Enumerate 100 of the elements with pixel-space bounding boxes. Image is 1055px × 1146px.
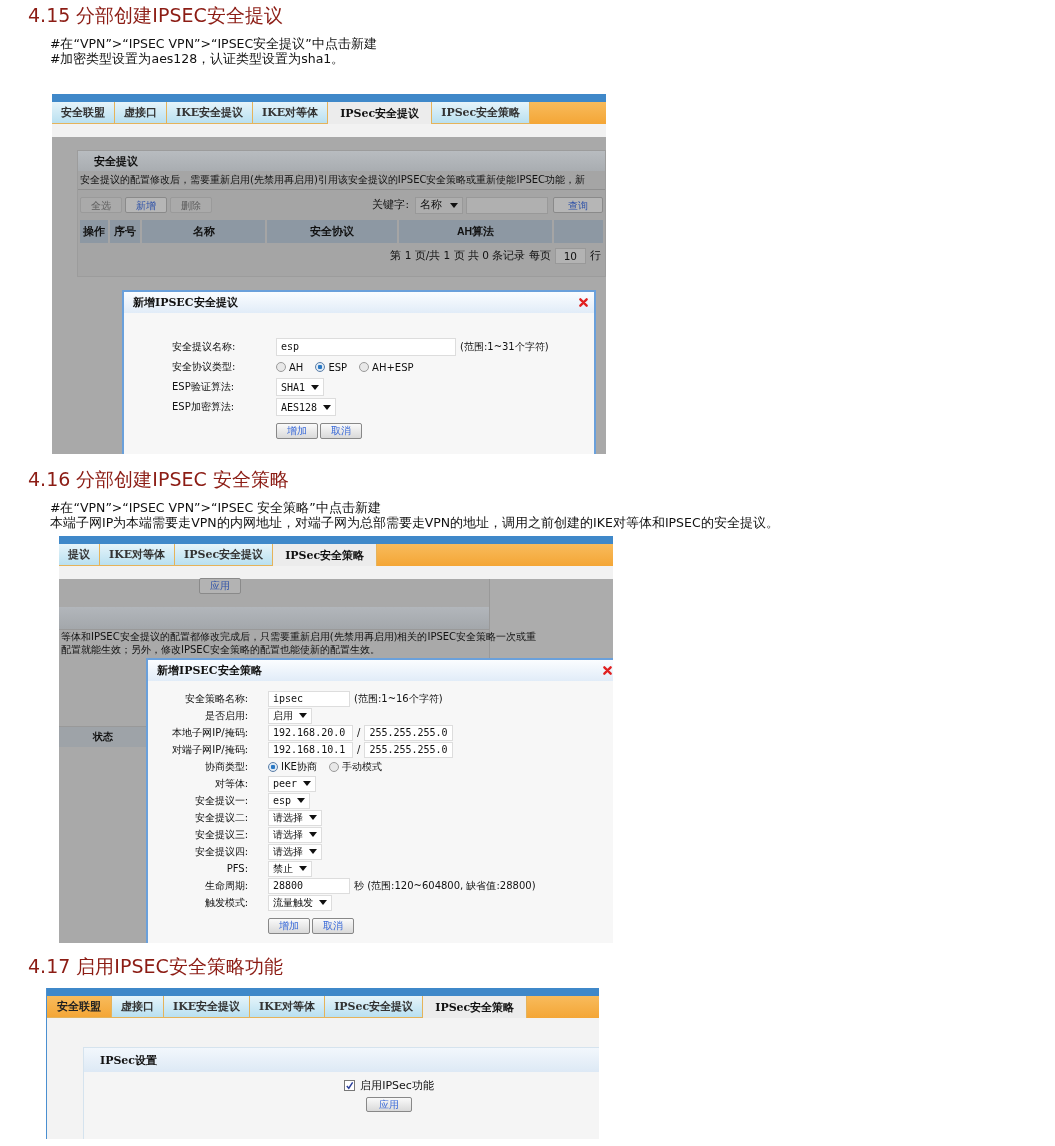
checkbox[interactable]: [344, 1080, 356, 1091]
tab[interactable]: 虚接口: [112, 996, 164, 1018]
section-heading: 4.16 分部创建IPSEC 安全策略: [28, 467, 290, 492]
hint-text: (范围:1~16个字符): [354, 691, 443, 706]
tab[interactable]: 安全联盟: [47, 996, 112, 1018]
column-header: AH算法: [399, 220, 552, 243]
close-icon[interactable]: [579, 298, 588, 307]
dropdown[interactable]: SHA1: [276, 378, 325, 396]
field-label: 安全提议一:: [193, 793, 248, 808]
tab[interactable]: IPSec安全提议: [325, 996, 424, 1018]
dialog-button[interactable]: 增加: [268, 917, 310, 934]
dialog-button[interactable]: 取消: [320, 423, 362, 439]
caret-icon: [309, 849, 317, 854]
dropdown[interactable]: 启用: [268, 707, 312, 724]
separator-text: /: [357, 727, 361, 738]
caret-icon: [323, 404, 332, 410]
field-label: 生命周期:: [203, 878, 248, 893]
tab[interactable]: IPSec安全策略: [273, 544, 378, 566]
caret-icon: [299, 866, 307, 871]
checkbox-label: 启用IPSec功能: [360, 1078, 434, 1093]
dropdown[interactable]: 请选择: [268, 843, 322, 860]
radio-button[interactable]: [328, 761, 339, 772]
dropdown[interactable]: peer: [268, 775, 317, 792]
dropdown[interactable]: 请选择: [268, 826, 322, 843]
pager-text: 第 1 页/共 1 页 共 0 条记录 每页: [390, 249, 551, 263]
apply-button[interactable]: 应用: [366, 1097, 412, 1112]
radio-label: AH+ESP: [372, 361, 414, 373]
dropdown[interactable]: esp: [268, 792, 311, 809]
dropdown[interactable]: 流量触发: [268, 894, 332, 911]
radio-button[interactable]: [276, 362, 286, 372]
field-label: 对等体:: [213, 776, 248, 791]
caret-icon: [303, 781, 312, 786]
radio-button[interactable]: [268, 761, 278, 772]
notice-text: 安全提议的配置修改后，需要重新启用(先禁用再启用)引用该安全提议的IPSEC安全策略或重新使能IPSEC功能，新: [78, 171, 605, 190]
column-header: [554, 220, 603, 243]
column-header: 安全协议: [267, 220, 397, 243]
page-size-field[interactable]: 10: [554, 248, 586, 264]
radio-button[interactable]: [359, 362, 370, 372]
tab[interactable]: IPSec安全策略: [432, 102, 531, 124]
column-header: 序号: [110, 220, 140, 243]
radio-label: ESP: [328, 361, 348, 373]
input-field[interactable]: ipsec: [268, 690, 350, 707]
field-label: 安全提议二:: [193, 810, 248, 825]
column-header: 操作: [80, 220, 108, 243]
instruction-text: #加密类型设置为aes128，认证类型设置为sha1。: [50, 51, 346, 66]
radio-label: 手动模式: [341, 759, 382, 774]
input-field[interactable]: 192.168.10.1: [268, 741, 353, 758]
radio-label: IKE协商: [281, 759, 317, 774]
input-field[interactable]: 192.168.20.0: [268, 724, 353, 741]
tab[interactable]: IKE对等体: [100, 544, 176, 566]
dialog-title: 新增IPSEC安全策略: [157, 663, 262, 678]
caret-icon: [299, 713, 307, 718]
field-label: ESP加密算法:: [172, 400, 236, 414]
dropdown[interactable]: 请选择: [268, 809, 322, 826]
tab[interactable]: IKE安全提议: [167, 102, 254, 124]
search-button[interactable]: 查询: [553, 197, 603, 213]
field-label: 是否启用:: [203, 708, 248, 723]
tab[interactable]: IKE对等体: [250, 996, 326, 1018]
field-label: 安全提议三:: [193, 827, 248, 842]
caret-icon: [311, 384, 320, 390]
toolbar-button[interactable]: 新增: [125, 197, 167, 213]
field-label: 安全提议四:: [193, 844, 248, 859]
tab[interactable]: IKE安全提议: [164, 996, 251, 1018]
keyword-label: 关键字:: [372, 198, 409, 212]
field-label: 协商类型:: [203, 759, 248, 774]
input-field[interactable]: 255.255.255.0: [364, 741, 453, 758]
input-field[interactable]: esp: [276, 338, 456, 356]
column-header: 名称: [142, 220, 265, 243]
field-label: 对端子网IP/掩码:: [171, 742, 248, 757]
tab[interactable]: IPSec安全提议: [328, 102, 433, 124]
tab[interactable]: 提议: [59, 544, 100, 566]
dialog-button[interactable]: 取消: [312, 917, 354, 934]
panel-title: IPSec设置: [100, 1052, 158, 1068]
input-field[interactable]: 28800: [268, 877, 350, 894]
separator-text: /: [357, 744, 361, 755]
tab[interactable]: 虚接口: [115, 102, 167, 124]
radio-button[interactable]: [315, 362, 326, 372]
tab[interactable]: IPSec安全策略: [423, 996, 528, 1018]
section-heading: 4.15 分部创建IPSEC安全提议: [28, 3, 284, 28]
panel-title: 安全提议: [94, 153, 138, 169]
field-label: PFS:: [225, 863, 248, 874]
tab[interactable]: IKE对等体: [253, 102, 329, 124]
dropdown[interactable]: 禁止: [268, 860, 312, 877]
input-field[interactable]: 255.255.255.0: [364, 724, 453, 741]
close-icon[interactable]: [603, 666, 612, 675]
tab[interactable]: 安全联盟: [52, 102, 115, 124]
notice-text: 配置就能生效；另外，修改IPSEC安全策略的配置也能使新的配置生效。: [60, 643, 380, 656]
tab[interactable]: IPSec安全提议: [175, 544, 274, 566]
caret-icon: [450, 202, 458, 208]
caret-icon: [309, 815, 317, 820]
dialog-title: 新增IPSEC安全提议: [133, 295, 238, 310]
instruction-text: #在“VPN”>“IPSEC VPN”>“IPSEC安全提议”中点击新建: [50, 36, 378, 51]
dialog-button[interactable]: 增加: [276, 423, 318, 439]
caret-icon: [309, 832, 317, 837]
field-label: 安全协议类型:: [172, 360, 237, 374]
field-label: 安全策略名称:: [183, 691, 248, 706]
instruction-text: 本端子网IP为本端需要走VPN的内网地址，对端子网为总部需要走VPN的地址，调用之前创建的IKE对等体和IPSEC的安全提议。: [50, 515, 780, 530]
field-label: ESP验证算法:: [172, 380, 236, 394]
dropdown[interactable]: AES128: [276, 398, 337, 416]
dropdown[interactable]: 名称: [415, 196, 463, 214]
